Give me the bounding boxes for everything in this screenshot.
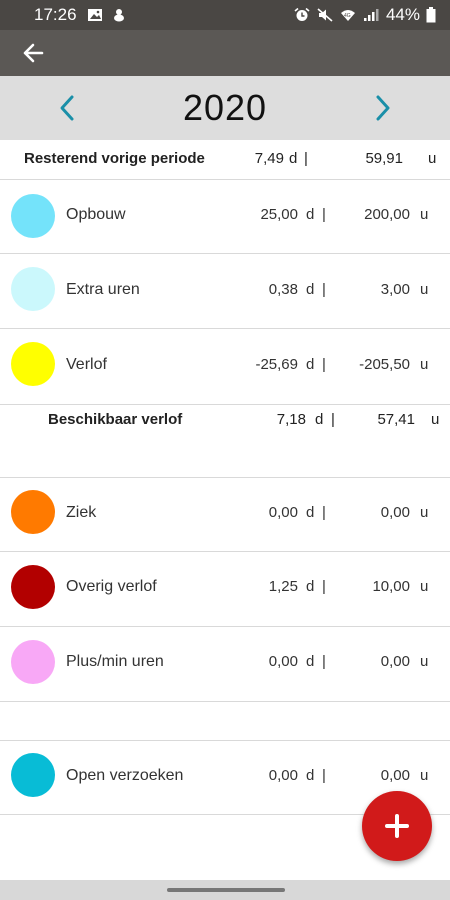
- row-separator: |: [322, 504, 326, 521]
- remaining-days: 7,49: [254, 150, 284, 167]
- color-dot: [11, 342, 55, 386]
- chevron-right-icon: [376, 95, 390, 121]
- list-item-plus-min-uren[interactable]: Plus/min uren 0,00 d | 0,00 u: [0, 626, 450, 701]
- row-hours: 10,00: [372, 578, 410, 595]
- year-label: 2020: [182, 87, 268, 128]
- row-hours: 3,00: [380, 281, 410, 298]
- remaining-day-unit: d: [289, 150, 298, 167]
- list-item-ziek[interactable]: Ziek 0,00 d | 0,00 u: [0, 477, 450, 551]
- row-day-unit: d: [306, 356, 315, 373]
- system-navigation-bar: [0, 880, 450, 900]
- back-button[interactable]: [18, 38, 48, 68]
- row-hours: -205,50: [359, 356, 410, 373]
- color-dot: [11, 640, 55, 684]
- list-item-overig-verlof[interactable]: Overig verlof 1,25 d | 10,00 u: [0, 551, 450, 626]
- row-hours: 0,00: [380, 504, 410, 521]
- home-gesture-handle[interactable]: [167, 888, 285, 892]
- row-label: Extra uren: [66, 281, 140, 298]
- row-hour-unit: u: [420, 653, 429, 670]
- row-label: Plus/min uren: [66, 653, 164, 670]
- battery-icon: [426, 7, 436, 23]
- row-day-unit: d: [306, 653, 315, 670]
- available-hours: 57,41: [377, 411, 415, 428]
- row-hour-unit: u: [420, 281, 429, 298]
- remaining-hours: 59,91: [365, 150, 403, 167]
- row-days: 0,00: [268, 504, 298, 521]
- status-time: 17:26: [34, 5, 77, 24]
- remaining-label: Resterend vorige periode: [24, 150, 205, 167]
- row-days: 0,38: [268, 281, 298, 298]
- color-dot: [11, 490, 55, 534]
- row-hour-unit: u: [420, 767, 429, 784]
- row-hour-unit: u: [420, 578, 429, 595]
- color-dot: [11, 753, 55, 797]
- list-item-verlof[interactable]: Verlof -25,69 d | -205,50 u: [0, 328, 450, 404]
- row-hour-unit: u: [420, 356, 429, 373]
- app-bar: [0, 30, 450, 76]
- arrow-left-icon: [23, 43, 44, 63]
- svg-text:4G: 4G: [344, 13, 351, 19]
- add-button[interactable]: [362, 791, 432, 861]
- row-day-unit: d: [306, 767, 315, 784]
- row-day-unit: d: [306, 578, 315, 595]
- color-dot: [11, 267, 55, 311]
- row-label: Verlof: [66, 356, 107, 373]
- previous-year-button[interactable]: [52, 92, 82, 124]
- mute-icon: [317, 8, 333, 22]
- row-separator: |: [322, 653, 326, 670]
- row-label: Open verzoeken: [66, 767, 184, 784]
- row-separator: |: [322, 281, 326, 298]
- available-day-unit: d: [315, 411, 324, 428]
- remaining-separator: |: [304, 150, 308, 167]
- row-hours: 200,00: [364, 206, 410, 223]
- spacer-row: [0, 701, 450, 740]
- row-day-unit: d: [306, 504, 315, 521]
- row-day-unit: d: [306, 206, 315, 223]
- available-separator: |: [331, 411, 335, 428]
- next-year-button[interactable]: [368, 92, 398, 124]
- list-item-opbouw[interactable]: Opbouw 25,00 d | 200,00 u: [0, 179, 450, 253]
- available-label: Beschikbaar verlof: [48, 411, 183, 428]
- status-bar: 17:26 4G 44%: [0, 0, 450, 30]
- notification-icon: [113, 9, 124, 22]
- plus-icon: [385, 814, 409, 838]
- color-dot: [11, 194, 55, 238]
- row-separator: |: [322, 206, 326, 223]
- row-days: -25,69: [255, 356, 298, 373]
- chevron-left-icon: [60, 95, 74, 121]
- row-separator: |: [322, 578, 326, 595]
- row-label: Overig verlof: [66, 578, 157, 595]
- row-label: Ziek: [66, 504, 97, 521]
- row-days: 25,00: [260, 206, 298, 223]
- signal-icon: [363, 9, 379, 21]
- row-days: 0,00: [268, 767, 298, 784]
- alarm-icon: [294, 8, 310, 21]
- row-day-unit: d: [306, 281, 315, 298]
- row-hours: 0,00: [380, 653, 410, 670]
- remaining-hour-unit: u: [428, 150, 437, 167]
- row-days: 0,00: [268, 653, 298, 670]
- year-selector: 2020: [0, 76, 450, 140]
- gallery-icon: [87, 9, 102, 21]
- available-days: 7,18: [276, 411, 306, 428]
- color-dot: [11, 565, 55, 609]
- wifi-4g-icon: 4G: [340, 10, 355, 21]
- available-leave-row: Beschikbaar verlof 7,18 d | 57,41 u: [0, 404, 450, 477]
- row-separator: |: [322, 767, 326, 784]
- row-separator: |: [322, 356, 326, 373]
- row-hour-unit: u: [420, 206, 429, 223]
- row-hours: 0,00: [380, 767, 410, 784]
- battery-percentage: 44%: [385, 5, 420, 24]
- row-hour-unit: u: [420, 504, 429, 521]
- list-item-extra-uren[interactable]: Extra uren 0,38 d | 3,00 u: [0, 253, 450, 328]
- row-days: 1,25: [268, 578, 298, 595]
- row-label: Opbouw: [66, 206, 126, 223]
- available-hour-unit: u: [431, 411, 440, 428]
